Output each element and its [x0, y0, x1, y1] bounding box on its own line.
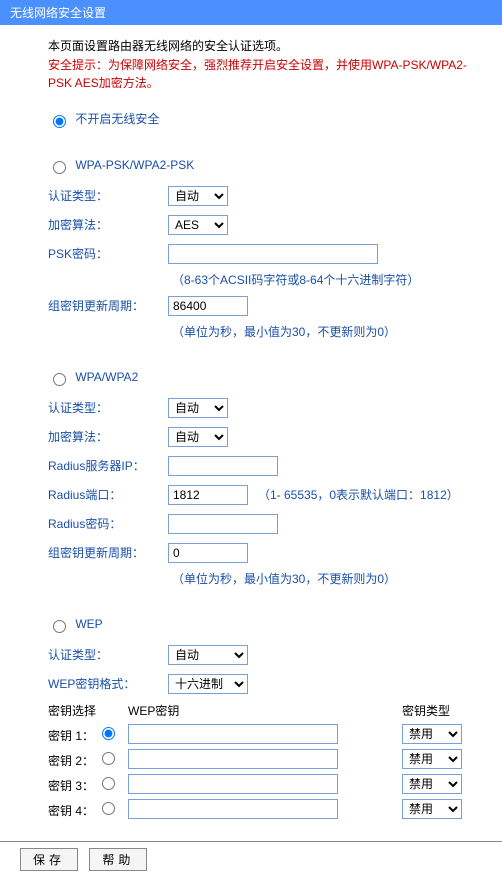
wpa-auth-select[interactable]: 自动 [168, 398, 228, 418]
wpa-radius-port-input[interactable] [168, 485, 248, 505]
panel-title: 无线网络安全设置 [0, 0, 502, 25]
wep-key2-type[interactable]: 禁用 [402, 749, 462, 769]
wep-key2-input[interactable] [128, 749, 338, 769]
wep-key4-input[interactable] [128, 799, 338, 819]
mode-radio-wpa-label: WPA/WPA2 [75, 370, 138, 384]
page-description: 本页面设置路由器无线网络的安全认证选项。 [48, 37, 472, 54]
mode-radio-disabled-input[interactable] [53, 115, 66, 128]
mode-radio-wpapsk[interactable]: WPA-PSK/WPA2-PSK [48, 158, 194, 172]
mode-radio-wep[interactable]: WEP [48, 617, 103, 631]
wpa-cipher-label: 加密算法： [48, 428, 168, 445]
mode-radio-wpa[interactable]: WPA/WPA2 [48, 370, 138, 384]
wep-auth-select[interactable]: 自动 [168, 645, 248, 665]
section-wpa: WPA/WPA2 认证类型： 自动 加密算法： 自动 Radius服务器IP： … [48, 370, 472, 587]
wep-key-row-2: 密钥 2： 禁用 [48, 749, 472, 769]
wpapsk-cipher-select[interactable]: AES [168, 215, 228, 235]
wpapsk-rekey-note: （单位为秒，最小值为30，不更新则为0） [172, 323, 472, 340]
wep-key3-type[interactable]: 禁用 [402, 774, 462, 794]
wep-key1-radio[interactable] [102, 727, 115, 740]
mode-radio-disabled-label: 不开启无线安全 [75, 112, 159, 126]
wep-table-header: 密钥选择 WEP密钥 密钥类型 [48, 702, 472, 719]
help-button[interactable]: 帮助 [89, 848, 147, 871]
wpapsk-rekey-label: 组密钥更新周期： [48, 297, 168, 314]
mode-radio-wep-label: WEP [75, 617, 102, 631]
wpa-radius-ip-input[interactable] [168, 456, 278, 476]
wpapsk-auth-select[interactable]: 自动 [168, 186, 228, 206]
wpapsk-auth-label: 认证类型： [48, 187, 168, 204]
button-separator [0, 841, 502, 842]
wep-key2-label: 密钥 2： [48, 754, 94, 768]
wep-key-row-3: 密钥 3： 禁用 [48, 774, 472, 794]
panel-content: 本页面设置路由器无线网络的安全认证选项。 安全提示：为保障网络安全，强烈推荐开启… [0, 25, 502, 837]
wpa-radius-ip-label: Radius服务器IP： [48, 457, 168, 474]
wep-key1-type[interactable]: 禁用 [402, 724, 462, 744]
wpa-cipher-select[interactable]: 自动 [168, 427, 228, 447]
wireless-security-panel: 无线网络安全设置 本页面设置路由器无线网络的安全认证选项。 安全提示：为保障网络… [0, 0, 502, 879]
wpa-rekey-note: （单位为秒，最小值为30，不更新则为0） [172, 570, 472, 587]
wpapsk-pass-label: PSK密码： [48, 245, 168, 262]
section-disabled: 不开启无线安全 [48, 110, 472, 128]
wep-key4-type[interactable]: 禁用 [402, 799, 462, 819]
mode-radio-wpapsk-input[interactable] [53, 161, 66, 174]
wep-key2-radio[interactable] [102, 752, 115, 765]
mode-radio-wep-input[interactable] [53, 620, 66, 633]
button-bar: 保存 帮助 [0, 848, 502, 879]
wep-key4-label: 密钥 4： [48, 804, 94, 818]
wep-auth-label: 认证类型： [48, 646, 168, 663]
section-wpapsk: WPA-PSK/WPA2-PSK 认证类型： 自动 加密算法： AES PSK密… [48, 158, 472, 340]
wpapsk-rekey-input[interactable] [168, 296, 248, 316]
wep-key3-input[interactable] [128, 774, 338, 794]
wep-key-row-1: 密钥 1： 禁用 [48, 724, 472, 744]
wpa-rekey-label: 组密钥更新周期： [48, 544, 168, 561]
wpa-auth-label: 认证类型： [48, 399, 168, 416]
mode-radio-wpapsk-label: WPA-PSK/WPA2-PSK [75, 158, 194, 172]
section-wep: WEP 认证类型： 自动 WEP密钥格式： 十六进制 密钥选择 WEP密钥 密钥… [48, 617, 472, 819]
wep-key4-radio[interactable] [102, 802, 115, 815]
wpa-radius-pass-input[interactable] [168, 514, 278, 534]
wpa-radius-pass-label: Radius密码： [48, 515, 168, 532]
security-warning: 安全提示：为保障网络安全，强烈推荐开启安全设置，并使用WPA-PSK/WPA2-… [48, 56, 472, 92]
wpa-radius-port-note: （1- 65535，0表示默认端口：1812） [258, 486, 459, 503]
mode-radio-disabled[interactable]: 不开启无线安全 [48, 112, 159, 126]
wpa-rekey-input[interactable] [168, 543, 248, 563]
wep-key1-input[interactable] [128, 724, 338, 744]
wep-format-label: WEP密钥格式： [48, 675, 168, 692]
wpapsk-pass-input[interactable] [168, 244, 378, 264]
save-button[interactable]: 保存 [20, 848, 78, 871]
wep-key3-label: 密钥 3： [48, 779, 94, 793]
wpa-radius-port-label: Radius端口： [48, 486, 168, 503]
mode-radio-wpa-input[interactable] [53, 373, 66, 386]
wep-key3-radio[interactable] [102, 777, 115, 790]
wep-format-select[interactable]: 十六进制 [168, 674, 248, 694]
wep-key1-label: 密钥 1： [48, 729, 94, 743]
wpapsk-cipher-label: 加密算法： [48, 216, 168, 233]
wpapsk-pass-note: （8-63个ACSII码字符或8-64个十六进制字符） [172, 271, 472, 288]
wep-key-row-4: 密钥 4： 禁用 [48, 799, 472, 819]
